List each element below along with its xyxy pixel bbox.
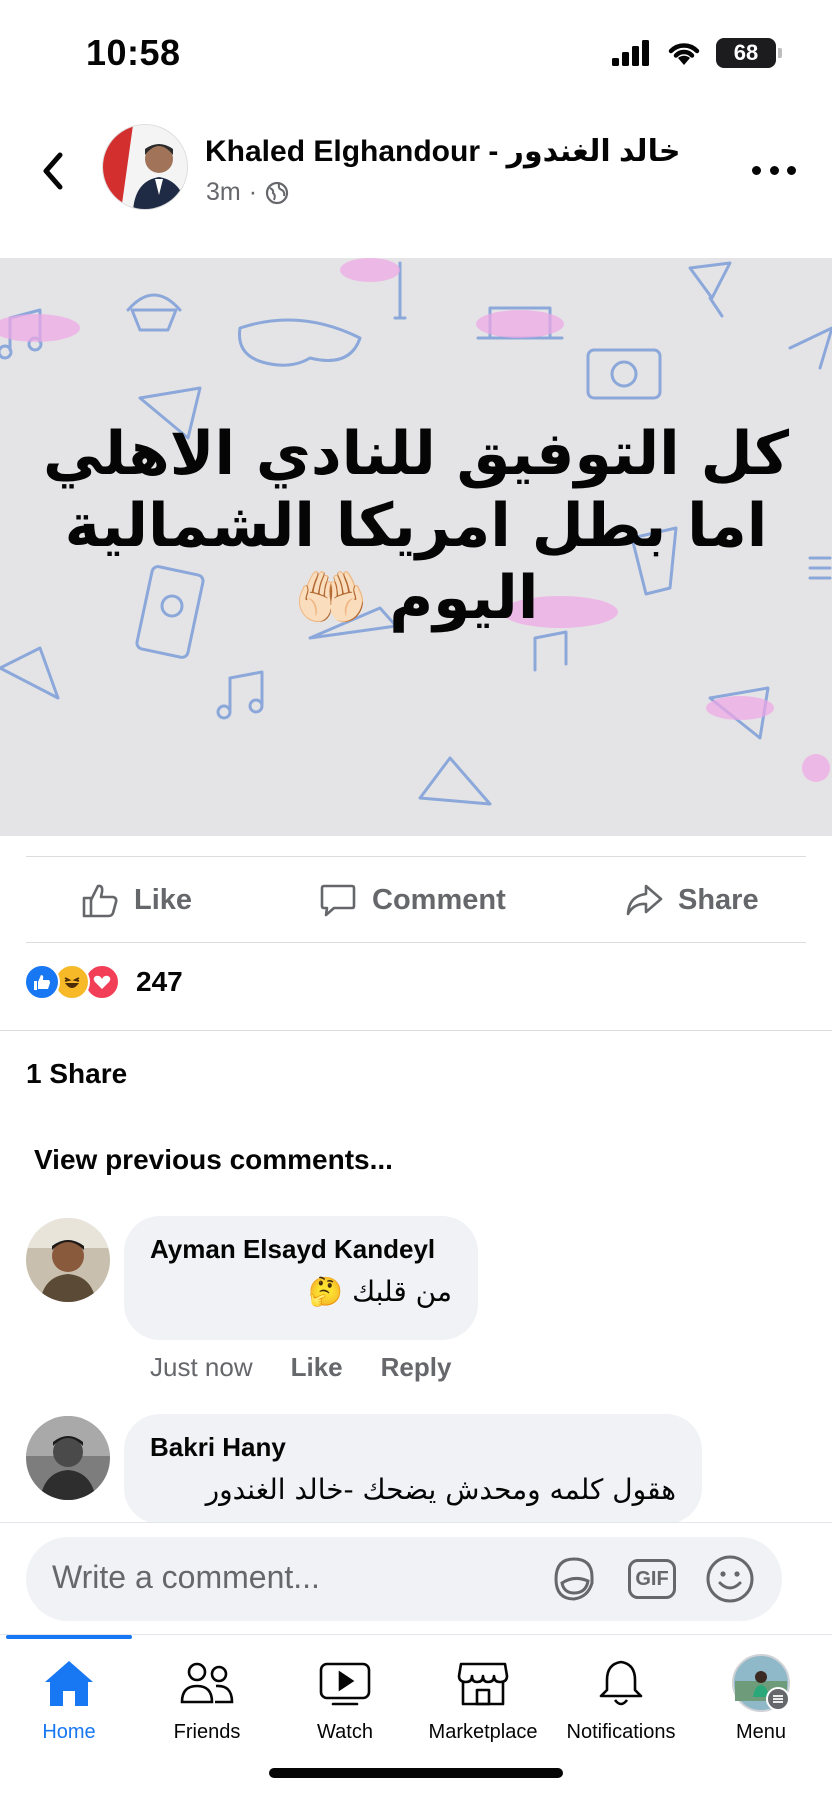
status-icons: 68: [612, 38, 782, 68]
chevron-left-icon: [43, 152, 63, 190]
friends-icon: [177, 1655, 237, 1711]
comment-bubble[interactable]: Ayman Elsayd Kandeyl من قلبك 🤔: [124, 1216, 478, 1340]
dot: [752, 165, 761, 175]
home-icon: [39, 1655, 99, 1711]
battery-indicator: 68: [716, 38, 782, 68]
comment-input-pill[interactable]: Write a comment... GIF: [26, 1537, 782, 1621]
like-button[interactable]: Like: [80, 880, 192, 920]
post-time: 3m: [206, 178, 241, 206]
marketplace-store-icon: [453, 1655, 513, 1711]
meta-separator: ·: [248, 178, 258, 206]
author-avatar[interactable]: [102, 124, 188, 210]
globe-icon: [265, 181, 289, 204]
commenter-photo: [26, 1416, 110, 1500]
share-button[interactable]: Share: [624, 880, 759, 920]
signal-icon: [612, 40, 649, 66]
reaction-summary[interactable]: 247: [24, 964, 183, 1000]
tab-friends[interactable]: Friends: [138, 1655, 276, 1744]
share-arrow-icon: [626, 884, 663, 916]
comment-input[interactable]: Write a comment...: [52, 1559, 320, 1596]
comment-bubble[interactable]: Bakri Hany هقول كلمه ومحدش يضحك -خالد ال…: [124, 1414, 702, 1524]
tab-label: Marketplace: [428, 1721, 538, 1743]
post-image-text: كل التوفيق للنادي الاهلي اما بطل امريكا …: [40, 418, 792, 634]
thumbs-up-icon: [34, 975, 50, 990]
comment-composer: Write a comment... GIF: [0, 1522, 832, 1634]
menu-profile-icon: [731, 1654, 791, 1712]
tab-label: Notifications: [566, 1721, 676, 1743]
post-image[interactable]: كل التوفيق للنادي الاهلي اما بطل امريكا …: [0, 258, 832, 836]
comment-label: Comment: [372, 883, 506, 916]
comment-author[interactable]: Bakri Hany: [150, 1432, 676, 1463]
comment-button[interactable]: Comment: [318, 880, 506, 920]
status-bar: 10:58 68: [0, 0, 832, 110]
like-label: Like: [134, 883, 193, 916]
tab-watch[interactable]: Watch: [276, 1655, 414, 1744]
laughing-face-icon: [64, 977, 80, 988]
post-actions: Like Comment Share: [0, 860, 832, 940]
comment-like-button[interactable]: Like: [291, 1352, 343, 1383]
comment-text: هقول كلمه ومحدش يضحك -خالد الغندور: [205, 1473, 676, 1506]
share-count[interactable]: 1 Share: [26, 1058, 127, 1090]
dot: [787, 165, 796, 175]
like-reaction-icon: [24, 964, 60, 1000]
sticker-button[interactable]: [548, 1553, 600, 1605]
smiley-icon: [706, 1555, 754, 1603]
comment-reply-button[interactable]: Reply: [381, 1352, 452, 1383]
image-text-line: اليوم 🤲🏻: [293, 563, 539, 633]
commenter-avatar[interactable]: [26, 1218, 110, 1302]
tab-marketplace[interactable]: Marketplace: [414, 1655, 552, 1744]
watch-video-icon: [315, 1655, 375, 1711]
tab-label: Watch: [317, 1721, 373, 1743]
tab-notifications[interactable]: Notifications: [552, 1655, 690, 1744]
view-previous-comments[interactable]: View previous comments...: [34, 1144, 393, 1176]
tab-home[interactable]: Home: [0, 1655, 138, 1744]
tab-label: Home: [42, 1721, 96, 1743]
image-text-line: اما بطل امريكا الشمالية: [64, 491, 768, 561]
divider: [26, 856, 806, 857]
commenter-photo: [26, 1218, 110, 1302]
divider: [0, 1030, 832, 1031]
tab-label: Friends: [173, 1721, 241, 1743]
comment-time: Just now: [150, 1352, 253, 1382]
home-indicator-bar[interactable]: [269, 1768, 563, 1778]
emoji-button[interactable]: [704, 1553, 756, 1605]
status-time: 10:58: [86, 32, 181, 73]
dot: [769, 165, 779, 175]
wifi-icon: [668, 43, 700, 65]
post-meta: 3m ·: [206, 178, 289, 207]
comment-icon: [320, 884, 356, 917]
reaction-count: 247: [136, 966, 183, 997]
bell-icon: [591, 1655, 651, 1711]
author-name[interactable]: Khaled Elghandour - خالد الغندور: [205, 134, 680, 169]
share-label: Share: [678, 883, 759, 916]
author-photo: [103, 125, 187, 209]
comment-text: من قلبك 🤔: [308, 1275, 452, 1308]
tab-label: Menu: [735, 1721, 787, 1743]
heart-icon: [93, 975, 111, 989]
tab-menu[interactable]: Menu: [692, 1654, 830, 1744]
active-tab-indicator: [6, 1635, 132, 1639]
image-text-line: كل التوفيق للنادي الاهلي: [42, 419, 790, 489]
more-options-button[interactable]: [752, 158, 796, 182]
post-header: Khaled Elghandour - خالد الغندور 3m ·: [0, 110, 832, 260]
gif-button[interactable]: GIF: [626, 1553, 678, 1605]
sticker-icon: [554, 1557, 594, 1601]
divider: [26, 942, 806, 943]
comment-meta: Just now Like Reply: [150, 1352, 451, 1383]
gif-label: GIF: [628, 1559, 676, 1599]
comment-author[interactable]: Ayman Elsayd Kandeyl: [150, 1234, 452, 1265]
back-button[interactable]: [34, 146, 70, 196]
commenter-avatar[interactable]: [26, 1416, 110, 1500]
thumbs-up-icon: [82, 884, 118, 918]
